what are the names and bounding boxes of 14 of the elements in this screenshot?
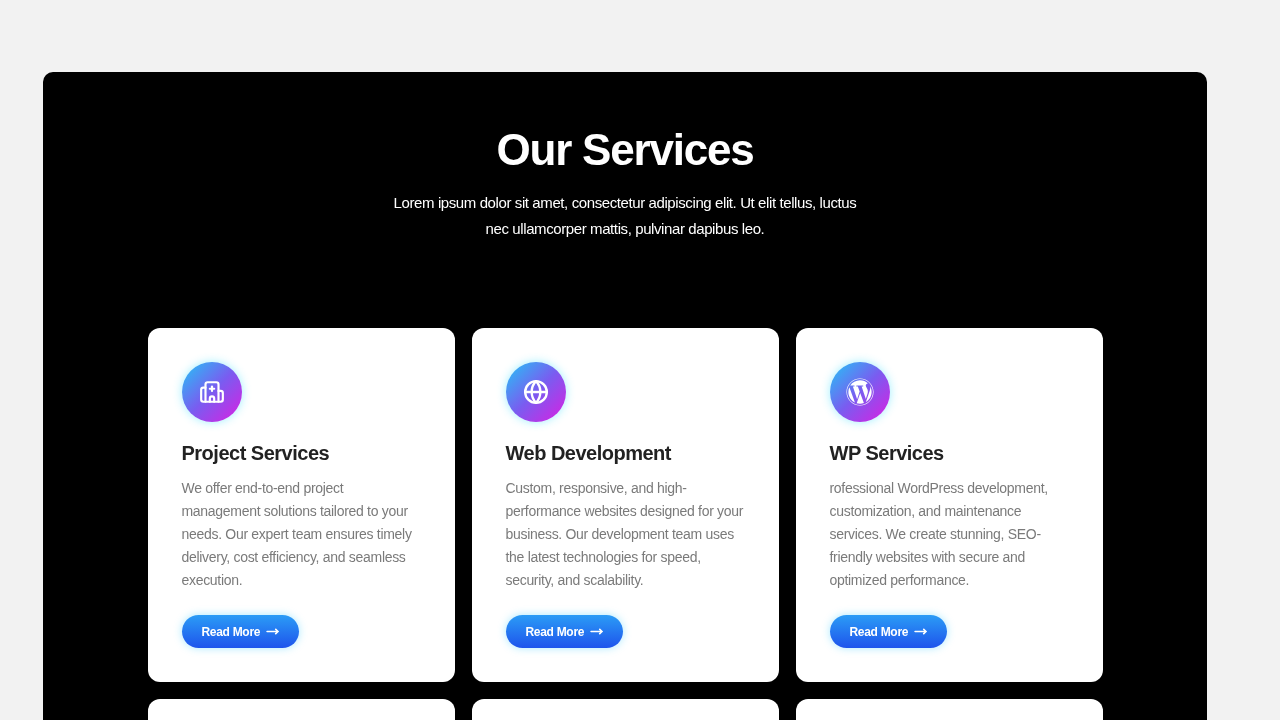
card-title: WP Services	[829, 441, 944, 466]
read-more-button[interactable]: Read More	[829, 615, 948, 648]
section-title: Our Services	[496, 124, 754, 176]
card-text: We offer end-to-end project management solutions tailored to your needs. Our expert team ensures timely delivery, cost efficiency, and seamless execution.	[181, 479, 413, 590]
globe-icon	[505, 362, 566, 422]
building-icon	[181, 362, 242, 422]
card-title: Project Services	[181, 441, 330, 466]
card-title: Web Development	[505, 441, 671, 466]
read-more-button[interactable]: Read More	[181, 615, 300, 648]
card-text: rofessional WordPress development, customization, and maintenance services. We create stunning, SEO-friendly websites with secure and optimized performance.	[829, 479, 1049, 590]
section-subtitle: Lorem ipsum dolor sit amet, consectetur adipiscing elit. Ut elit tellus, luctus nec ullamcorper mattis, pulvinar dapibus leo.	[392, 193, 858, 239]
card-text: Custom, responsive, and high-performance websites designed for your business. Our development team uses the latest technologies for speed, security, and scalability.	[505, 479, 745, 590]
wordpress-logo-icon	[829, 362, 890, 422]
read-more-button[interactable]: Read More	[505, 615, 624, 648]
